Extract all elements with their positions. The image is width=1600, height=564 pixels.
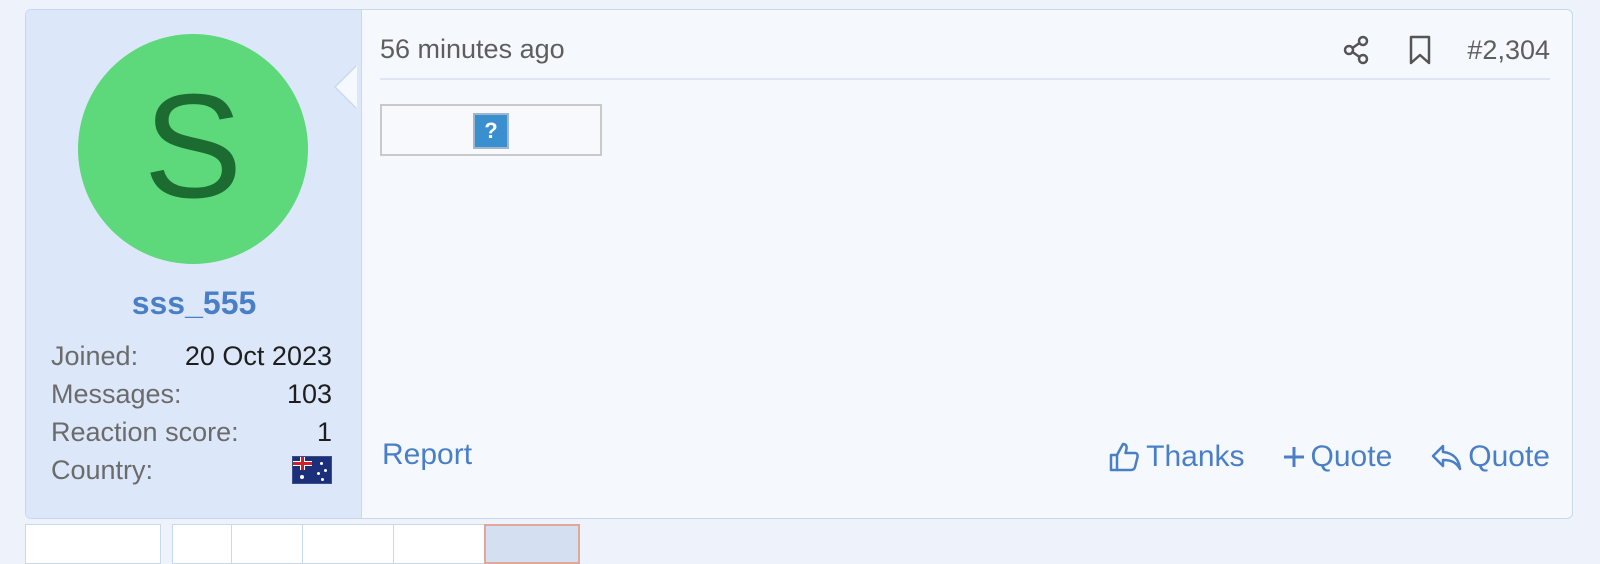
stat-row-joined: Joined: 20 Oct 2023 bbox=[51, 337, 332, 375]
message-post: S sss_555 Joined: 20 Oct 2023 Messages: … bbox=[25, 9, 1573, 519]
post-header-actions: #2,304 bbox=[1339, 30, 1550, 70]
user-stats: Joined: 20 Oct 2023 Messages: 103 Reacti… bbox=[51, 337, 332, 489]
post-footer: Report Thanks Quote Quote bbox=[380, 436, 1550, 478]
post-content: 56 minutes ago #2,304 ? Report Thanks Qu… bbox=[362, 10, 1572, 518]
share-icon[interactable] bbox=[1339, 33, 1373, 67]
stat-label: Reaction score: bbox=[51, 416, 239, 447]
stat-row-country: Country: bbox=[51, 451, 332, 489]
pagination-prev[interactable] bbox=[25, 524, 161, 564]
avatar[interactable]: S bbox=[78, 34, 308, 264]
pagination-page-current[interactable] bbox=[484, 524, 580, 564]
multiquote-label: Quote bbox=[1310, 440, 1393, 473]
stat-label: Joined: bbox=[51, 340, 139, 371]
thanks-button[interactable]: Thanks bbox=[1108, 440, 1245, 474]
stat-value: 1 bbox=[316, 416, 332, 447]
stat-row-reaction-score: Reaction score: 1 bbox=[51, 413, 332, 451]
username-link[interactable]: sss_555 bbox=[26, 285, 362, 322]
thanks-label: Thanks bbox=[1146, 440, 1245, 473]
stat-row-messages: Messages: 103 bbox=[51, 375, 332, 413]
pagination-page[interactable] bbox=[302, 524, 394, 564]
stat-label: Messages: bbox=[51, 378, 182, 409]
broken-image[interactable]: ? bbox=[380, 104, 602, 156]
post-number-link[interactable]: #2,304 bbox=[1467, 35, 1550, 66]
post-header: 56 minutes ago #2,304 bbox=[380, 30, 1550, 80]
pagination-page[interactable] bbox=[393, 524, 485, 564]
stat-value: 103 bbox=[286, 378, 332, 409]
report-link[interactable]: Report bbox=[382, 438, 472, 472]
reply-quote-label: Quote bbox=[1468, 440, 1550, 473]
avatar-letter: S bbox=[143, 64, 243, 229]
thumbs-up-icon bbox=[1108, 441, 1140, 473]
reply-icon bbox=[1430, 442, 1462, 472]
australia-flag-icon bbox=[292, 456, 332, 484]
post-timestamp[interactable]: 56 minutes ago bbox=[380, 34, 565, 65]
broken-image-icon: ? bbox=[473, 113, 509, 149]
multiquote-button[interactable]: Quote bbox=[1283, 440, 1393, 474]
reply-quote-button[interactable]: Quote bbox=[1430, 440, 1550, 474]
stat-label: Country: bbox=[51, 454, 154, 485]
pagination-page[interactable] bbox=[231, 524, 303, 564]
bookmark-icon[interactable] bbox=[1403, 33, 1437, 67]
stat-value: 20 Oct 2023 bbox=[184, 340, 332, 371]
plus-icon bbox=[1283, 446, 1305, 468]
user-info-panel: S sss_555 Joined: 20 Oct 2023 Messages: … bbox=[26, 10, 362, 518]
post-footer-actions: Thanks Quote Quote bbox=[1070, 436, 1550, 478]
pagination-page[interactable] bbox=[172, 524, 232, 564]
